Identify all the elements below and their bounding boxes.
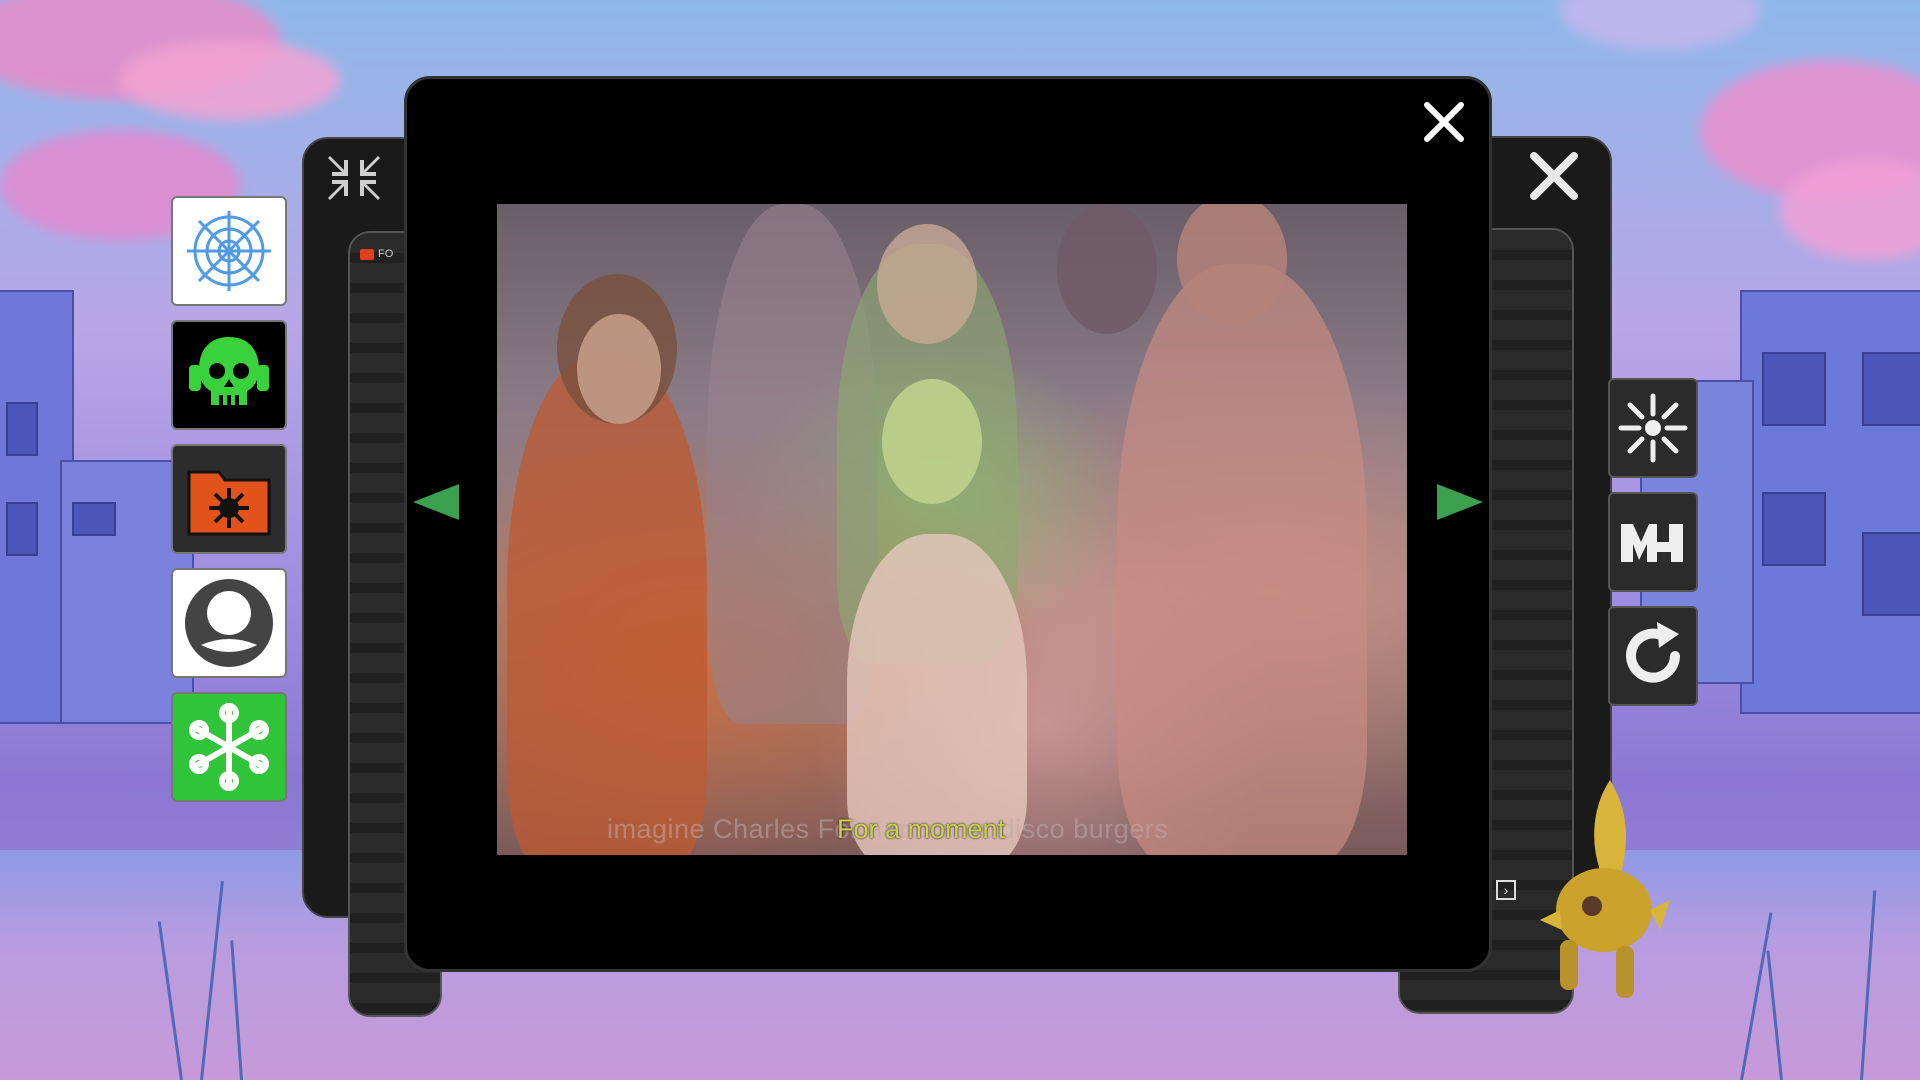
figure-child	[847, 534, 1027, 855]
folder-tab[interactable]: FO	[360, 248, 393, 260]
figure-right	[1117, 264, 1367, 855]
back-close-icon[interactable]	[1524, 152, 1584, 204]
arrow-right-icon[interactable]	[1437, 484, 1483, 520]
building	[1740, 290, 1920, 714]
close-icon[interactable]	[1421, 99, 1467, 145]
compress-icon[interactable]	[326, 152, 382, 204]
subtitle: For a moment	[837, 814, 1006, 844]
refresh-icon[interactable]	[1608, 606, 1698, 706]
video-frame-image: imagine Charles For a moment disco burge…	[497, 204, 1407, 855]
user-circle-icon[interactable]	[171, 568, 287, 678]
cloud	[1560, 0, 1760, 50]
snowflake-icon[interactable]	[171, 692, 287, 802]
cloud	[120, 40, 340, 120]
golden-creature-figurine	[1540, 780, 1670, 998]
folder-icon	[360, 248, 374, 260]
mh-logo-icon[interactable]	[1608, 492, 1698, 592]
face	[577, 314, 661, 424]
figure-left	[507, 354, 707, 855]
folder-label: FO	[378, 248, 394, 260]
image-viewer-window: imagine Charles For a moment disco burge…	[404, 76, 1492, 972]
virus-folder-icon[interactable]	[171, 444, 287, 554]
head	[882, 379, 982, 504]
arrow-left-icon[interactable]	[413, 484, 459, 520]
head	[877, 224, 977, 344]
chevron-right-icon[interactable]: ›	[1496, 880, 1516, 900]
spiderweb-icon[interactable]	[171, 196, 287, 306]
burst-icon[interactable]	[1608, 378, 1698, 478]
skull-headphones-icon[interactable]	[171, 320, 287, 430]
head	[1057, 204, 1157, 334]
